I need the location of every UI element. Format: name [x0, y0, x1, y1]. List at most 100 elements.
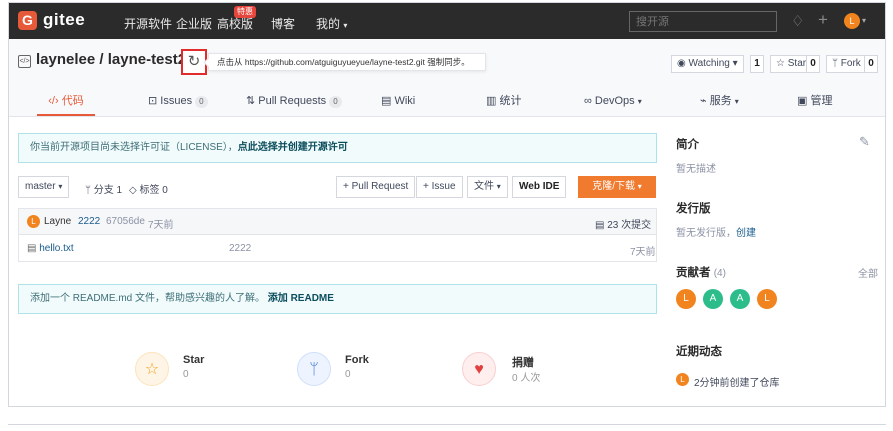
repo-header: </> laynelee / layne-test2 ↻ 点击从 https:/…: [9, 39, 885, 117]
file-name: hello.txt: [39, 243, 74, 254]
chevron-down-icon: ▾: [496, 182, 501, 191]
commits-count-link[interactable]: ▤ 23 次提交: [595, 216, 651, 231]
table-row[interactable]: ▤ hello.txt 2222 7天前: [19, 236, 656, 262]
tab-label: DevOps: [594, 95, 635, 107]
file-menu-button[interactable]: 文件 ▾: [467, 176, 508, 198]
license-text: 你当前开源项目尚未选择许可证（LICENSE），: [30, 142, 238, 153]
avatar[interactable]: L: [676, 289, 696, 309]
tab-label: Wiki: [394, 95, 416, 107]
repo-title[interactable]: laynelee / layne-test2: [36, 51, 186, 68]
activity-avatar[interactable]: L: [676, 373, 689, 386]
tab-code[interactable]: ‹/› 代码: [37, 91, 95, 117]
nav-mine[interactable]: 我的 ▾: [316, 15, 347, 32]
tab-issues[interactable]: ⊡ Issues 0: [148, 91, 208, 117]
watch-button[interactable]: ◉ Watching ▾: [671, 55, 744, 73]
contributors-all-link[interactable]: 全部: [858, 265, 878, 280]
web-ide-button[interactable]: Web IDE: [512, 176, 567, 198]
nav-university[interactable]: 高校版: [217, 15, 253, 32]
file-list: L Layne 2222 67056de 7天前 ▤ 23 次提交 ▤ hell…: [18, 208, 657, 262]
tab-pull-requests[interactable]: ⇅ Pull Requests 0: [246, 91, 342, 117]
fork-button[interactable]: ᛘ Fork: [826, 55, 867, 73]
eye-icon: ◉: [677, 58, 686, 69]
fork-icon: ᛘ: [297, 352, 331, 386]
file-entry[interactable]: ▤ hello.txt: [27, 243, 74, 254]
watch-label: Watching: [688, 58, 730, 69]
clone-download-button[interactable]: 克隆/下载 ▾: [578, 176, 656, 198]
gitee-logo-icon[interactable]: G: [18, 11, 37, 30]
user-avatar[interactable]: L: [844, 13, 860, 29]
commit-message[interactable]: 2222: [78, 216, 100, 227]
create-license-link[interactable]: 点此选择并创建开源许可: [238, 142, 348, 153]
branch-label: master: [25, 181, 56, 192]
plus-icon[interactable]: +: [818, 10, 828, 30]
wiki-icon: ▤: [381, 95, 392, 107]
tab-stats[interactable]: ▥ 统计: [486, 91, 521, 117]
tab-wiki[interactable]: ▤ Wiki: [381, 91, 415, 117]
avatar[interactable]: A: [730, 289, 750, 309]
fork-icon: ᛘ: [832, 58, 838, 69]
edit-icon[interactable]: ✎: [859, 134, 870, 150]
create-release-link[interactable]: 创建: [736, 228, 756, 239]
branches-link[interactable]: ᛘ 分支 1: [85, 181, 122, 196]
stat-label: Star: [183, 354, 205, 366]
file-label: 文件: [474, 181, 494, 192]
tab-label: Issues: [160, 95, 193, 107]
avatar[interactable]: L: [757, 289, 777, 309]
search-input[interactable]: [629, 11, 777, 32]
star-count[interactable]: 0: [806, 55, 820, 73]
star-icon: ☆: [776, 58, 785, 69]
service-icon: ⌁: [700, 95, 707, 107]
latest-commit-bar: L Layne 2222 67056de 7天前 ▤ 23 次提交: [19, 209, 656, 235]
branch-select[interactable]: master ▾: [18, 176, 70, 198]
tab-label: 统计: [499, 95, 522, 107]
readme-text: 添加一个 README.md 文件，帮助感兴趣的人了解。: [30, 293, 266, 304]
tab-label: 管理: [810, 95, 833, 107]
manage-icon: ▣: [797, 95, 808, 107]
chevron-down-icon: ▾: [637, 97, 642, 106]
chevron-down-icon: ▾: [58, 182, 63, 191]
fork-label: Fork: [840, 58, 861, 69]
watch-count[interactable]: 1: [750, 55, 764, 73]
stat-value: 0: [183, 369, 189, 380]
tab-manage[interactable]: ▣ 管理: [797, 91, 832, 117]
code-icon: ‹/›: [48, 95, 59, 107]
add-readme-link[interactable]: 添加 README: [268, 293, 334, 304]
chevron-down-icon: ▾: [734, 97, 739, 106]
contributors-title[interactable]: 贡献者 (4): [676, 264, 726, 280]
bell-icon[interactable]: ♢: [791, 12, 804, 30]
tab-label: 代码: [61, 95, 84, 107]
tab-label: Pull Requests: [258, 95, 327, 107]
sync-tooltip: 点击从 https://github.com/atguiguyueyue/lay…: [208, 53, 486, 71]
avatar[interactable]: A: [703, 289, 723, 309]
new-issue-button[interactable]: + Issue: [416, 176, 463, 198]
clone-label: 克隆/下载: [592, 181, 635, 192]
star-label: Star: [787, 58, 807, 69]
chart-icon: ▥: [486, 95, 497, 107]
nav-blog[interactable]: 博客: [271, 15, 295, 32]
new-pull-request-button[interactable]: + Pull Request: [336, 176, 416, 198]
fork-count[interactable]: 0: [864, 55, 878, 73]
file-commit-message[interactable]: 2222: [229, 243, 251, 254]
nav-enterprise[interactable]: 企业版: [176, 15, 212, 32]
pull-request-icon: ⇅: [246, 95, 256, 107]
branches-count: 分支 1: [93, 185, 123, 196]
release-text: 暂无发行版，创建: [676, 224, 756, 239]
active-tab-indicator: [37, 114, 95, 116]
tab-service[interactable]: ⌁ 服务 ▾: [700, 91, 739, 117]
license-notice: 你当前开源项目尚未选择许可证（LICENSE），点此选择并创建开源许可: [18, 133, 657, 163]
nav-open-source[interactable]: 开源软件: [124, 15, 172, 32]
issues-icon: ⊡: [148, 95, 158, 107]
commit-author[interactable]: Layne: [44, 216, 71, 227]
browser-frame: G gitee 开源软件 企业版 特惠 高校版 博客 我的 ▾ ♢ + L ▾ …: [8, 2, 886, 407]
tags-count: 标签 0: [139, 185, 168, 196]
donate-icon: ♥: [462, 352, 496, 386]
activity-text: 2分钟前创建了仓库: [694, 378, 780, 389]
commit-hash[interactable]: 67056de: [106, 216, 145, 227]
brand-name[interactable]: gitee: [43, 10, 85, 30]
chevron-down-icon[interactable]: ▾: [862, 16, 866, 25]
tab-badge: 0: [195, 96, 208, 108]
tags-link[interactable]: ◇ 标签 0: [129, 181, 168, 196]
commits-count: 23 次提交: [607, 220, 652, 231]
tab-devops[interactable]: ∞ DevOps ▾: [584, 91, 642, 117]
author-avatar[interactable]: L: [27, 215, 40, 228]
